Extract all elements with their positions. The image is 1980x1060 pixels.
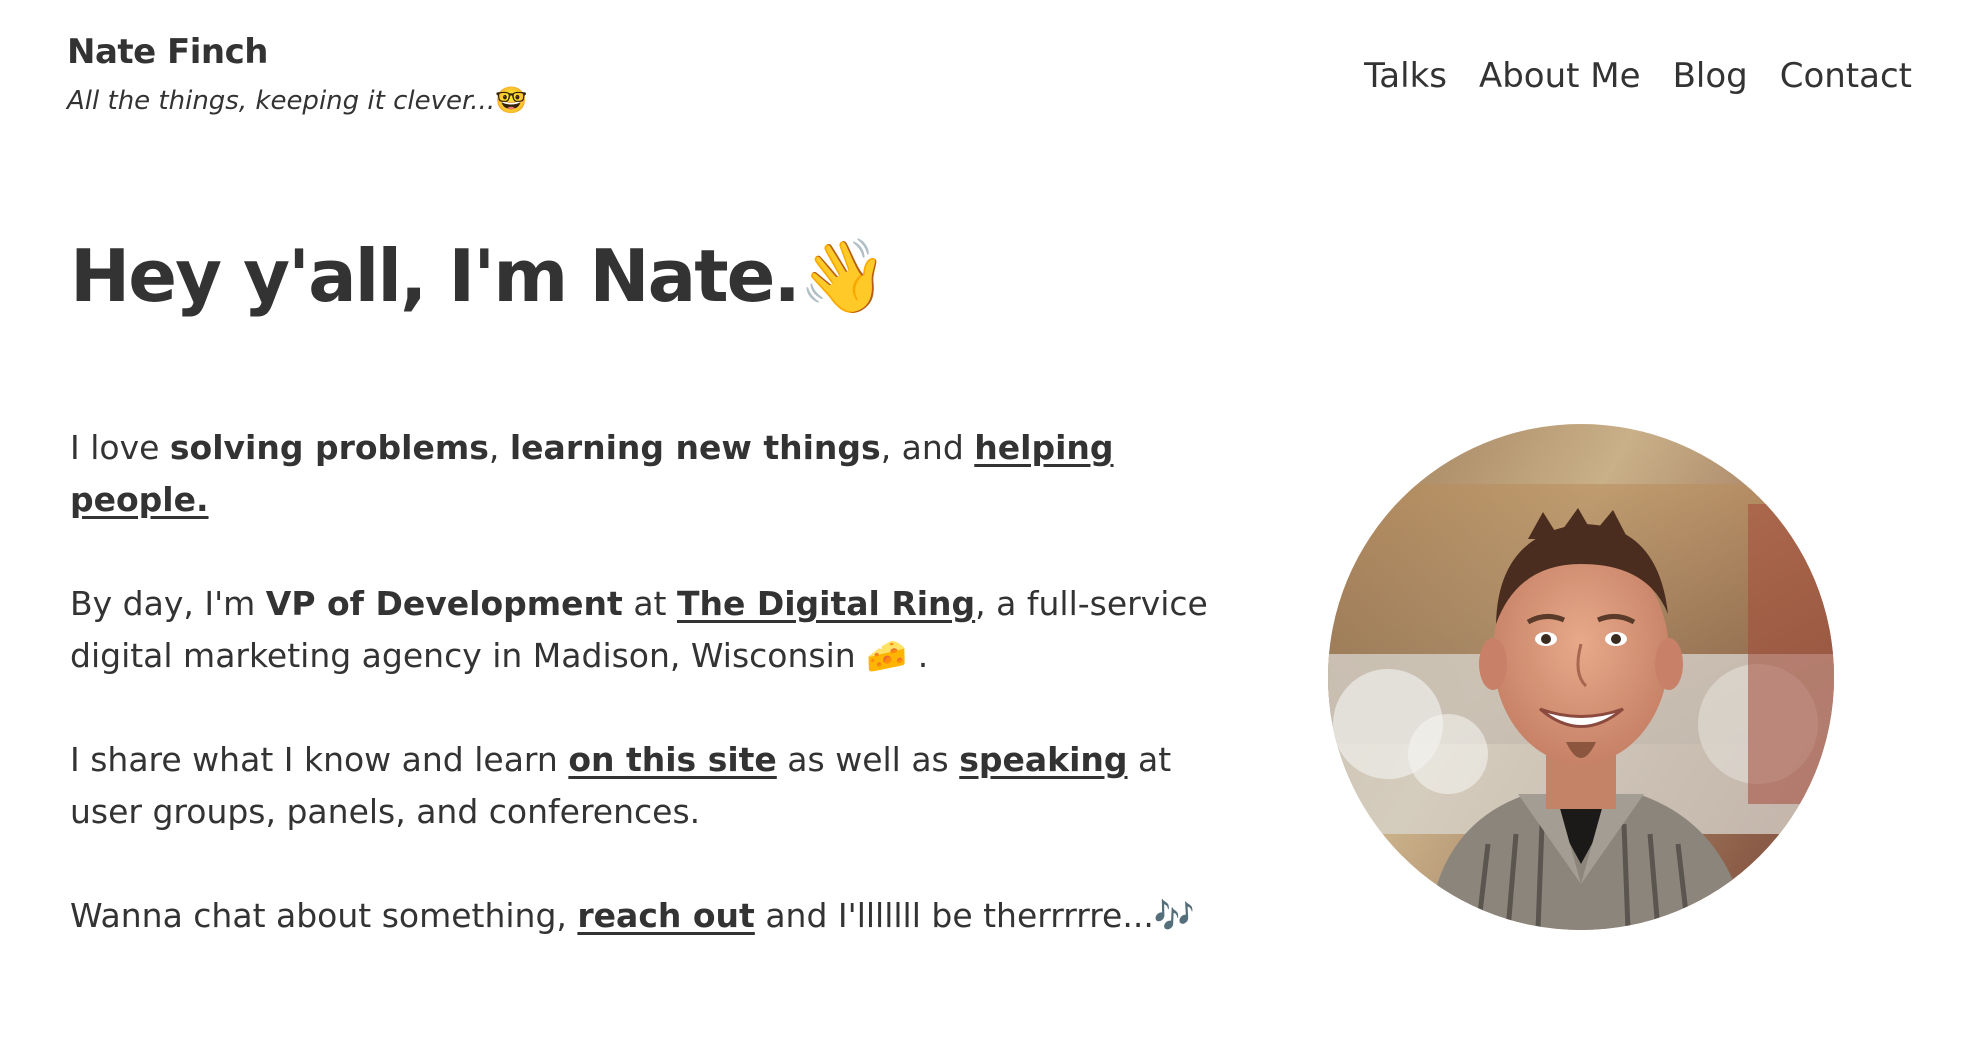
waving-hand-icon: 👋 <box>798 234 889 318</box>
intro-paragraph-4: Wanna chat about something, reach out an… <box>70 890 1240 942</box>
text: Wanna chat about something, <box>70 896 578 935</box>
text: and I'lllllll be therrrrre... <box>754 896 1154 935</box>
text: . <box>907 636 929 675</box>
link-on-this-site[interactable]: on this site <box>568 740 776 779</box>
cheese-icon: 🧀 <box>866 636 908 675</box>
profile-photo <box>1328 424 1834 930</box>
link-reach-out[interactable]: reach out <box>577 896 754 935</box>
intro-paragraph-3: I share what I know and learn on this si… <box>70 734 1240 838</box>
nav-contact[interactable]: Contact <box>1780 56 1912 96</box>
intro-paragraph-1: I love solving problems, learning new th… <box>70 422 1240 526</box>
text: at <box>622 584 677 623</box>
main-nav: Talks About Me Blog Contact <box>1364 56 1912 96</box>
brand: Nate Finch All the things, keeping it cl… <box>67 32 527 116</box>
site-tagline: All the things, keeping it clever...🤓 <box>67 86 527 116</box>
bold-solving-problems: solving problems <box>169 428 489 467</box>
musical-notes-icon: 🎶 <box>1153 896 1195 935</box>
bold-vp-of-development: VP of Development <box>265 584 623 623</box>
main-content: Hey y'all, I'm Nate.👋 I love solving pro… <box>70 240 1270 994</box>
avatar <box>1328 424 1834 930</box>
nav-about-me[interactable]: About Me <box>1479 56 1641 96</box>
nav-talks[interactable]: Talks <box>1364 56 1447 96</box>
text: , <box>488 428 510 467</box>
nav-blog[interactable]: Blog <box>1673 56 1748 96</box>
heading-text: Hey y'all, I'm Nate. <box>70 234 801 318</box>
site-title[interactable]: Nate Finch <box>67 32 269 72</box>
page-heading: Hey y'all, I'm Nate.👋 <box>70 240 1270 312</box>
text: I love <box>70 428 170 467</box>
intro-text: I love solving problems, learning new th… <box>70 422 1240 942</box>
link-speaking[interactable]: speaking <box>959 740 1127 779</box>
site-header: Nate Finch All the things, keeping it cl… <box>0 0 1980 160</box>
text: I share what I know and learn <box>70 740 569 779</box>
link-the-digital-ring[interactable]: The Digital Ring <box>677 584 975 623</box>
nerd-face-icon: 🤓 <box>495 86 528 116</box>
text: , and <box>880 428 975 467</box>
tagline-text: All the things, keeping it clever... <box>67 86 496 116</box>
bold-learning-new-things: learning new things <box>509 428 881 467</box>
intro-paragraph-2: By day, I'm VP of Development at The Dig… <box>70 578 1240 682</box>
text: By day, I'm <box>70 584 266 623</box>
text: as well as <box>776 740 960 779</box>
